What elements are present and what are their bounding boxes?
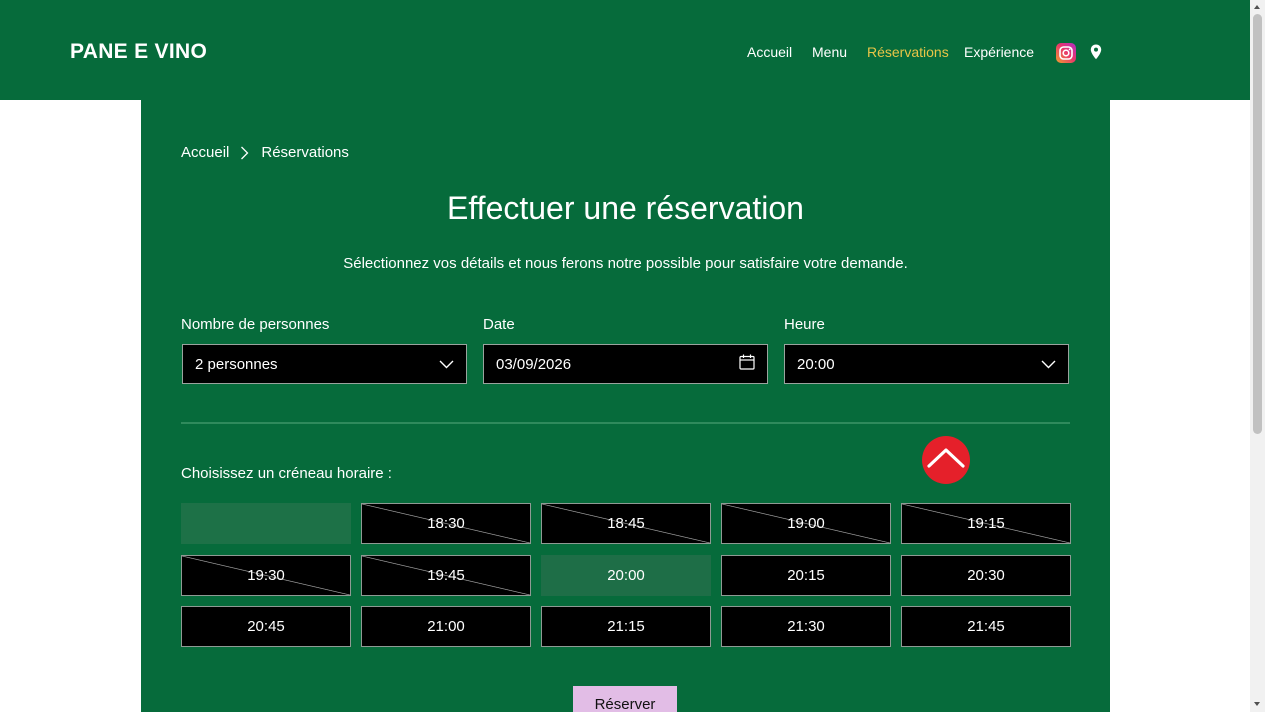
time-label: Heure xyxy=(784,316,825,333)
location-pin-icon[interactable] xyxy=(1090,44,1102,60)
time-slot-label: 20:45 xyxy=(247,618,285,635)
time-slot-button[interactable]: 18:30 xyxy=(361,503,531,544)
time-slot-label: 21:30 xyxy=(787,618,825,635)
breadcrumb: Accueil Réservations xyxy=(181,144,349,161)
scrollbar-thumb[interactable] xyxy=(1253,14,1262,434)
section-divider xyxy=(181,422,1070,424)
time-slot-label: 20:15 xyxy=(787,567,825,584)
scroll-up-arrow-icon[interactable] xyxy=(1254,5,1260,9)
page-scrollbar[interactable] xyxy=(1250,0,1265,712)
time-slot-placeholder xyxy=(181,503,351,544)
site-logo[interactable]: PANE E VINO xyxy=(70,40,207,64)
time-slot-button[interactable]: 21:15 xyxy=(541,606,711,647)
time-slot-button[interactable]: 20:00 xyxy=(541,555,711,596)
breadcrumb-home[interactable]: Accueil xyxy=(181,144,229,161)
time-select[interactable]: 20:00 xyxy=(784,344,1069,384)
time-slot-button[interactable]: 19:00 xyxy=(721,503,891,544)
time-slot-label: 19:30 xyxy=(247,567,285,584)
nav-item-reservations[interactable]: Réservations xyxy=(867,44,949,60)
time-slot-label: Choisissez un créneau horaire : xyxy=(181,465,392,482)
time-slot-button[interactable]: 21:00 xyxy=(361,606,531,647)
time-slot-label: 19:00 xyxy=(787,515,825,532)
site-header: PANE E VINO Accueil Menu Réservations Ex… xyxy=(0,0,1250,100)
time-slot-button[interactable]: 19:30 xyxy=(181,555,351,596)
page-subtitle: Sélectionnez vos détails et nous ferons … xyxy=(343,255,908,272)
page-title: Effectuer une réservation xyxy=(447,190,804,226)
party-size-label: Nombre de personnes xyxy=(181,316,330,333)
scroll-down-arrow-icon[interactable] xyxy=(1254,702,1260,706)
time-slot-label: 21:45 xyxy=(967,618,1005,635)
chevron-up-icon xyxy=(927,448,965,468)
scroll-to-top-button[interactable] xyxy=(922,436,970,484)
nav-item-experience[interactable]: Expérience xyxy=(964,44,1034,60)
time-slot-label: 21:15 xyxy=(607,618,645,635)
time-slot-button[interactable]: 19:15 xyxy=(901,503,1071,544)
party-size-value: 2 personnes xyxy=(195,355,278,373)
time-slot-button[interactable]: 20:45 xyxy=(181,606,351,647)
time-slot-button[interactable]: 20:30 xyxy=(901,555,1071,596)
time-slot-button[interactable]: 21:30 xyxy=(721,606,891,647)
date-value: 03/09/2026 xyxy=(496,355,572,373)
date-input[interactable]: 03/09/2026 xyxy=(483,344,768,384)
time-slot-button[interactable]: 20:15 xyxy=(721,555,891,596)
time-slot-label: 19:45 xyxy=(427,567,465,584)
calendar-icon[interactable] xyxy=(739,354,755,374)
date-label: Date xyxy=(483,316,515,333)
time-slot-label: 20:00 xyxy=(607,567,645,584)
time-slot-label: 18:45 xyxy=(607,515,645,532)
chevron-down-icon xyxy=(1041,356,1056,373)
party-size-select[interactable]: 2 personnes xyxy=(182,344,467,384)
time-slot-label: 21:00 xyxy=(427,618,465,635)
time-slot-label: 20:30 xyxy=(967,567,1005,584)
time-slot-label: 18:30 xyxy=(427,515,465,532)
time-slot-button[interactable]: 19:45 xyxy=(361,555,531,596)
nav-item-accueil[interactable]: Accueil xyxy=(747,44,792,60)
time-slot-button[interactable]: 18:45 xyxy=(541,503,711,544)
instagram-icon[interactable] xyxy=(1056,43,1076,63)
breadcrumb-current: Réservations xyxy=(261,144,349,161)
reserve-button[interactable]: Réserver xyxy=(573,686,677,712)
time-value: 20:00 xyxy=(797,355,835,373)
chevron-right-icon xyxy=(240,146,249,160)
time-slot-button[interactable]: 21:45 xyxy=(901,606,1071,647)
time-slot-label: 19:15 xyxy=(967,515,1005,532)
chevron-down-icon xyxy=(439,356,454,373)
nav-item-menu[interactable]: Menu xyxy=(812,44,847,60)
